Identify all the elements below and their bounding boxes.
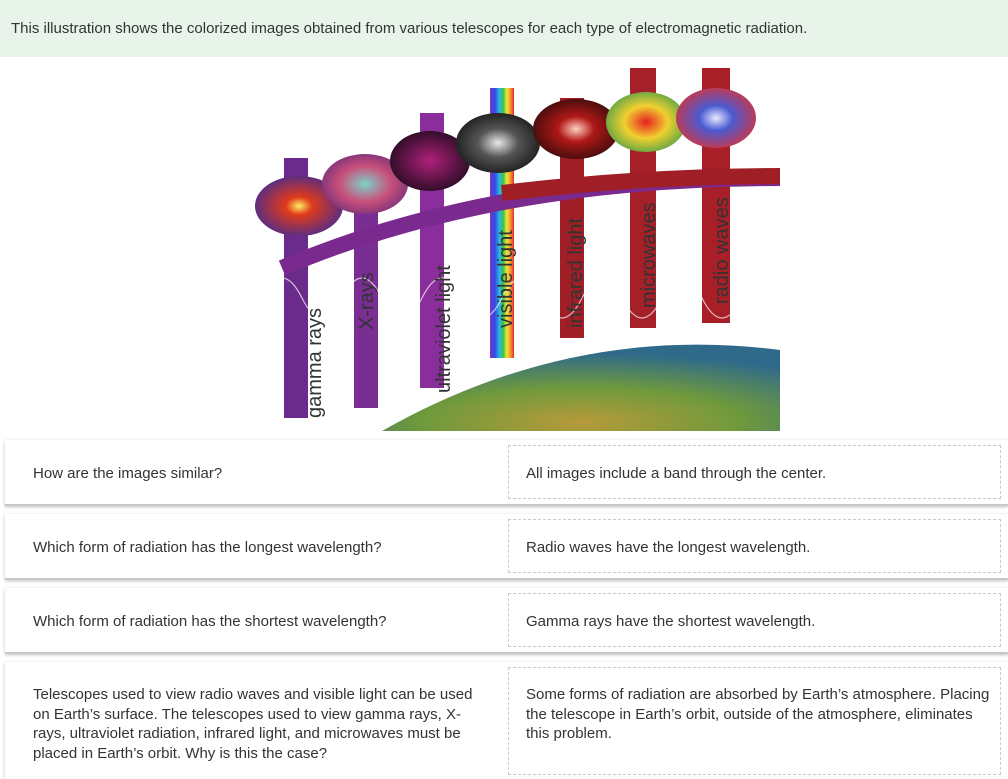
label-xrays: X-rays xyxy=(356,272,378,330)
qa-row-2: Which form of radiation has the longest … xyxy=(5,514,1008,580)
label-microwaves: microwaves xyxy=(638,202,660,308)
qa-row-3: Which form of radiation has the shortest… xyxy=(5,588,1008,654)
instruction-banner: This illustration shows the colorized im… xyxy=(0,0,1008,57)
question-1: How are the images similar? xyxy=(33,465,223,482)
answer-3[interactable]: Gamma rays have the shortest wavelength. xyxy=(526,613,815,630)
answer-drop-4[interactable]: Some forms of radiation are absorbed by … xyxy=(508,667,1001,775)
label-infrared: infrared light xyxy=(565,217,587,328)
label-uv: ultraviolet light xyxy=(433,265,455,393)
microwave-image xyxy=(606,92,686,152)
banner-text: This illustration shows the colorized im… xyxy=(11,20,808,37)
label-radio: radio waves xyxy=(711,197,733,304)
question-2: Which form of radiation has the longest … xyxy=(33,539,382,556)
question-3: Which form of radiation has the shortest… xyxy=(33,613,387,630)
answer-1[interactable]: All images include a band through the ce… xyxy=(526,465,826,482)
radio-image xyxy=(676,88,756,148)
qa-row-1: How are the images similar? All images i… xyxy=(5,440,1008,506)
answer-drop-3[interactable]: Gamma rays have the shortest wavelength. xyxy=(508,593,1001,647)
answer-drop-1[interactable]: All images include a band through the ce… xyxy=(508,445,1001,499)
qa-row-4: Telescopes used to view radio waves and … xyxy=(5,662,1008,779)
infrared-image xyxy=(533,99,619,159)
em-spectrum-illustration: gamma rays X-rays ultraviolet light visi… xyxy=(242,58,780,431)
label-gamma: gamma rays xyxy=(304,308,326,418)
answer-4[interactable]: Some forms of radiation are absorbed by … xyxy=(526,686,989,742)
question-4: Telescopes used to view radio waves and … xyxy=(33,686,473,762)
label-visible: visible light xyxy=(495,230,517,328)
answer-drop-2[interactable]: Radio waves have the longest wavelength. xyxy=(508,519,1001,573)
answer-2[interactable]: Radio waves have the longest wavelength. xyxy=(526,539,810,556)
visible-image xyxy=(456,113,540,173)
